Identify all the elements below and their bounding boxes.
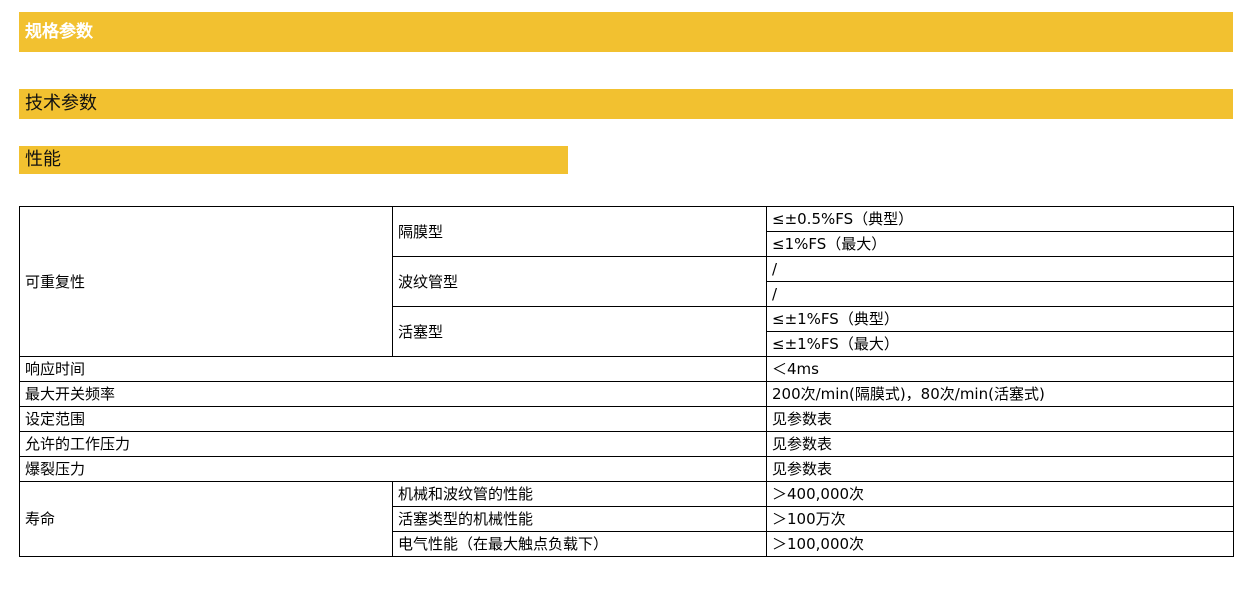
table-row: 最大开关频率 200次/min(隔膜式)，80次/min(活塞式) bbox=[19, 381, 1234, 407]
allowed-pressure-label: 允许的工作压力 bbox=[19, 431, 767, 457]
life-electrical-value: ＞100,000次 bbox=[766, 531, 1234, 557]
performance-header: 性能 bbox=[19, 146, 568, 174]
performance-table: 可重复性 隔膜型 ≤±0.5%FS（典型） ≤1%FS（最大） 波纹管型 / /… bbox=[19, 206, 1234, 557]
table-row: 寿命 机械和波纹管的性能 ＞400,000次 bbox=[19, 481, 1234, 557]
response-time-label: 响应时间 bbox=[19, 356, 767, 382]
table-row: 可重复性 隔膜型 ≤±0.5%FS（典型） bbox=[19, 206, 1234, 357]
piston-type-label: 活塞型 bbox=[392, 306, 767, 357]
burst-pressure-label: 爆裂压力 bbox=[19, 456, 767, 482]
spec-params-header: 规格参数 bbox=[19, 12, 1233, 52]
diaphragm-max-value: ≤1%FS（最大） bbox=[766, 231, 1234, 257]
table-row: 设定范围 见参数表 bbox=[19, 406, 1234, 432]
life-mechanical-bellows-value: ＞400,000次 bbox=[766, 481, 1234, 507]
max-switch-frequency-label: 最大开关频率 bbox=[19, 381, 767, 407]
life-electrical-label: 电气性能（在最大触点负载下） bbox=[392, 531, 767, 557]
life-piston-mechanical-value: ＞100万次 bbox=[766, 506, 1234, 532]
life-label: 寿命 bbox=[19, 481, 393, 557]
tech-params-header: 技术参数 bbox=[19, 89, 1233, 119]
response-time-value: ＜4ms bbox=[766, 356, 1234, 382]
piston-max-value: ≤±1%FS（最大） bbox=[766, 331, 1234, 357]
bellows-max-value: / bbox=[766, 281, 1234, 307]
max-switch-frequency-value: 200次/min(隔膜式)，80次/min(活塞式) bbox=[766, 381, 1234, 407]
diaphragm-type-label: 隔膜型 bbox=[392, 206, 767, 257]
setting-range-value: 见参数表 bbox=[766, 406, 1234, 432]
diaphragm-typical-value: ≤±0.5%FS（典型） bbox=[766, 206, 1234, 232]
setting-range-label: 设定范围 bbox=[19, 406, 767, 432]
life-piston-mechanical-label: 活塞类型的机械性能 bbox=[392, 506, 767, 532]
allowed-pressure-value: 见参数表 bbox=[766, 431, 1234, 457]
burst-pressure-value: 见参数表 bbox=[766, 456, 1234, 482]
life-mechanical-bellows-label: 机械和波纹管的性能 bbox=[392, 481, 767, 507]
repeatability-label: 可重复性 bbox=[19, 206, 393, 357]
bellows-typical-value: / bbox=[766, 256, 1234, 282]
bellows-type-label: 波纹管型 bbox=[392, 256, 767, 307]
piston-typical-value: ≤±1%FS（典型） bbox=[766, 306, 1234, 332]
table-row: 允许的工作压力 见参数表 bbox=[19, 431, 1234, 457]
table-row: 爆裂压力 见参数表 bbox=[19, 456, 1234, 482]
table-row: 响应时间 ＜4ms bbox=[19, 356, 1234, 382]
